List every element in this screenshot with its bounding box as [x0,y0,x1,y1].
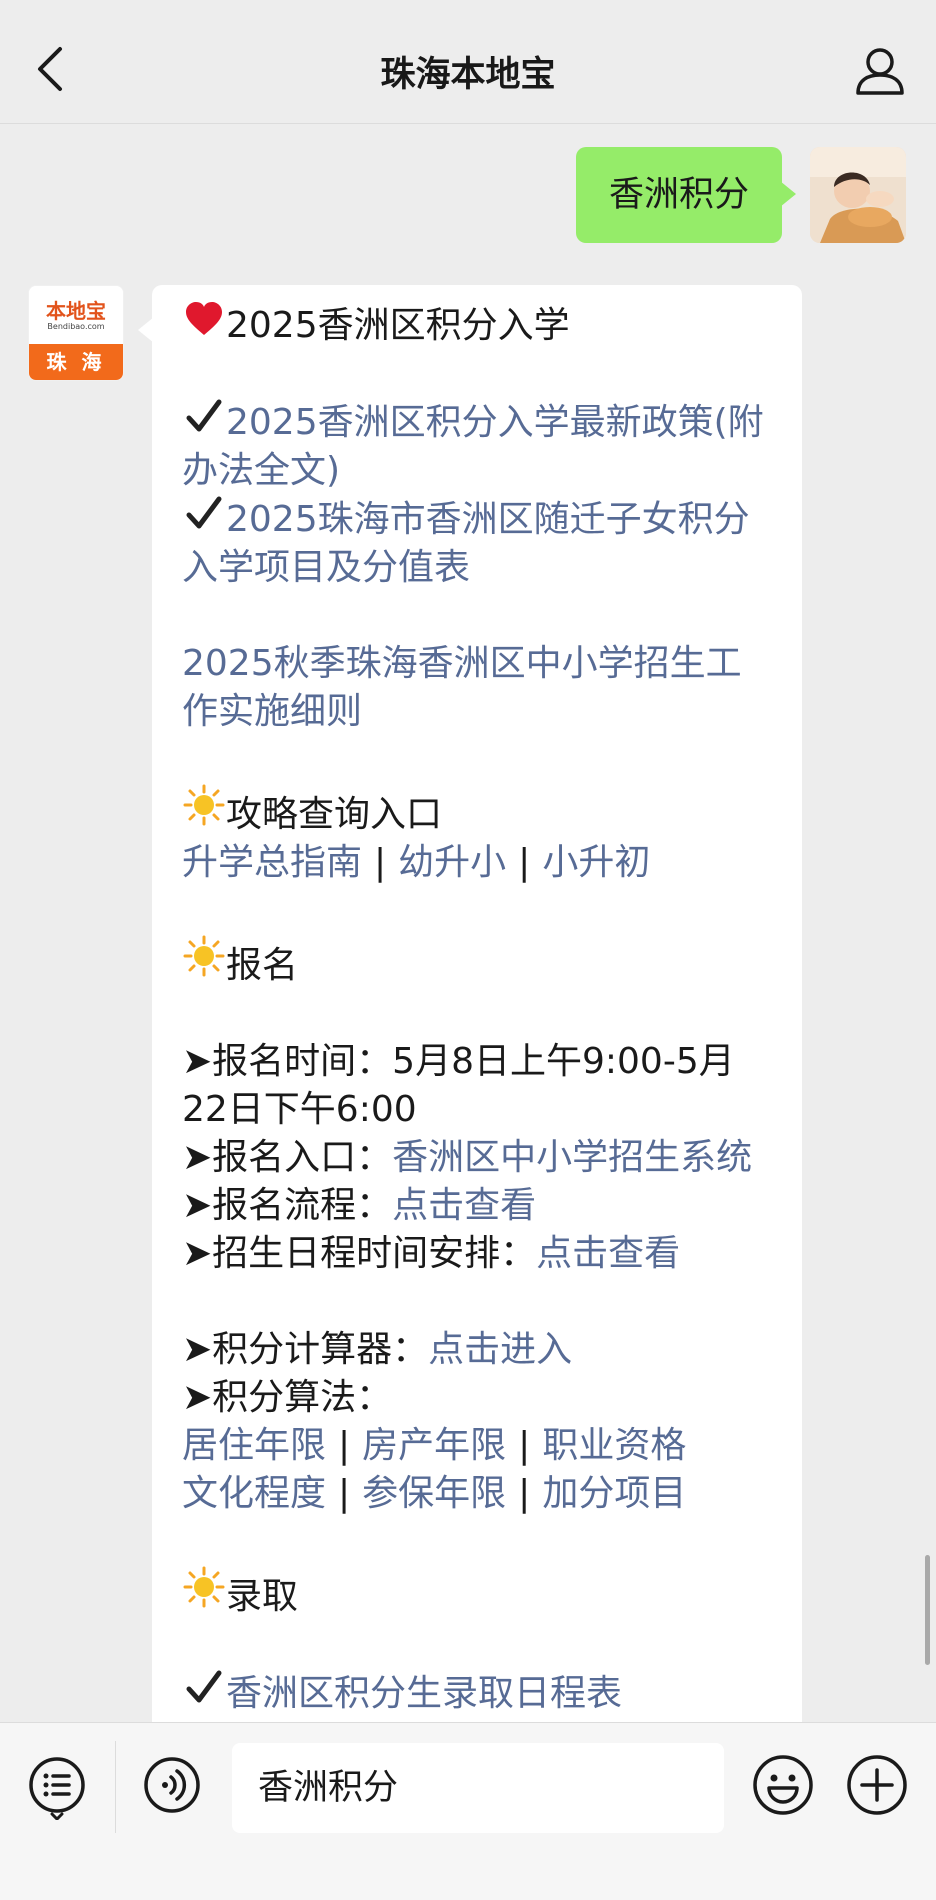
bendibao-logo-text: 本地宝 [46,299,106,323]
algorithm-links-row-2: 文化程度 | 参保年限 | 加分项目 [182,1470,776,1518]
signup-flow-row: ➤报名流程：点击查看 [182,1182,776,1230]
signup-heading: 报名 [226,945,299,986]
sun-icon [182,784,226,839]
scrollbar-thumb[interactable] [925,1555,930,1665]
plus-circle-icon [847,1755,907,1815]
separator: | [338,1473,351,1514]
policy-link-2[interactable]: 2025珠海市香洲区随迁子女积分入学项目及分值表 [182,499,750,588]
guide-heading: 攻略查询入口 [226,794,443,835]
chat-message-list[interactable]: 香洲积分 本地宝 Bendibao.com 珠 海 2025香洲区积分入学 20… [0,125,936,1722]
schedule-row: ➤招生日程时间安排：点击查看 [182,1230,776,1278]
rules-link[interactable]: 2025秋季珠海香洲区中小学招生工作实施细则 [182,643,742,732]
calculator-row: ➤积分计算器：点击进入 [182,1326,776,1374]
policy-link-1[interactable]: 2025香洲区积分入学最新政策(附办法全文) [182,402,764,491]
bendibao-avatar[interactable]: 本地宝 Bendibao.com 珠 海 [28,285,124,381]
outgoing-message: 香洲积分 [575,147,906,243]
algorithm-link-property[interactable]: 房产年限 [362,1425,506,1466]
signup-entry-label: ➤报名入口： [182,1137,393,1178]
admit-heading: 录取 [226,1576,299,1617]
schedule-link[interactable]: 点击查看 [536,1233,680,1274]
algorithm-link-insurance[interactable]: 参保年限 [362,1473,506,1514]
bendibao-logo-subtext: Bendibao.com [47,322,105,331]
admit-link-row: 香洲区积分生录取日程表 [182,1669,776,1718]
message-input-bar: 香洲积分 [0,1722,936,1900]
signup-entry-link[interactable]: 香洲区中小学招生系统 [392,1137,752,1178]
algorithm-link-bonus[interactable]: 加分项目 [542,1473,686,1514]
profile-button[interactable] [854,46,906,96]
incoming-message-bubble: 2025香洲区积分入学 2025香洲区积分入学最新政策(附办法全文) 2025珠… [138,285,802,1722]
signup-flow-label: ➤报名流程： [182,1185,393,1226]
bendibao-logo: 本地宝 Bendibao.com [29,286,123,346]
message-heading: 2025香洲区积分入学 [182,301,776,350]
separator: | [338,1425,351,1466]
separator: | [518,1473,531,1514]
incoming-message: 本地宝 Bendibao.com 珠 海 2025香洲区积分入学 2025香洲区… [28,285,802,1722]
algorithm-link-education[interactable]: 文化程度 [182,1473,326,1514]
signup-flow-link[interactable]: 点击查看 [392,1185,536,1226]
top-navigation-bar: 珠海本地宝 [0,0,936,124]
separator: | [518,1425,531,1466]
admit-schedule-link[interactable]: 香洲区积分生录取日程表 [226,1673,622,1714]
guide-link-kindergarten-to-primary[interactable]: 幼升小 [398,842,506,883]
separator: | [374,842,387,883]
schedule-label: ➤招生日程时间安排： [182,1233,537,1274]
separator: | [518,842,531,883]
algorithm-label: ➤积分算法： [182,1377,393,1418]
algorithm-link-qualification[interactable]: 职业资格 [542,1425,686,1466]
sun-icon [182,1566,226,1621]
signup-time-label: ➤报名时间： [182,1041,393,1082]
outgoing-message-bubble[interactable]: 香洲积分 [575,147,797,243]
chat-title: 珠海本地宝 [380,55,556,95]
calculator-link[interactable]: 点击进入 [428,1329,572,1370]
guide-heading-row: 攻略查询入口 [182,784,776,839]
voice-icon [144,1757,200,1813]
check-mark-icon [182,495,226,544]
policy-link-1-row: 2025香洲区积分入学最新政策(附办法全文) [182,398,776,495]
person-icon [856,48,904,95]
guide-links-row: 升学总指南 | 幼升小 | 小升初 [182,839,776,887]
check-mark-icon [182,398,226,447]
check-mark-icon [182,1669,226,1718]
user-avatar-image [810,147,906,243]
policy-link-2-row: 2025珠海市香洲区随迁子女积分入学项目及分值表 [182,495,776,592]
list-menu-icon [29,1757,85,1821]
guide-link-overall[interactable]: 升学总指南 [182,842,362,883]
emoji-button[interactable] [752,1754,814,1816]
bendibao-city-label: 珠 海 [29,344,123,380]
algorithm-row: ➤积分算法： [182,1374,776,1422]
message-input[interactable]: 香洲积分 [232,1743,724,1833]
signup-heading-row: 报名 [182,935,776,990]
user-avatar[interactable] [810,147,906,243]
sun-icon [182,935,226,990]
heart-icon [182,301,226,350]
smiley-face-icon [753,1755,813,1815]
calculator-label: ➤积分计算器： [182,1329,429,1370]
signup-entry-row: ➤报名入口：香洲区中小学招生系统 [182,1134,776,1182]
more-options-button[interactable] [846,1754,908,1816]
rules-link-row: 2025秋季珠海香洲区中小学招生工作实施细则 [182,640,776,736]
guide-link-primary-to-junior[interactable]: 小升初 [542,842,650,883]
admit-heading-row: 录取 [182,1566,776,1621]
input-bar-divider [115,1741,116,1833]
menu-button[interactable] [28,1756,86,1821]
algorithm-link-residence[interactable]: 居住年限 [182,1425,326,1466]
signup-time-row: ➤报名时间：5月8日上午9:00-5月22日下午6:00 [182,1038,776,1134]
algorithm-links-row-1: 居住年限 | 房产年限 | 职业资格 [182,1422,776,1470]
voice-input-button[interactable] [143,1756,201,1814]
heading-text: 2025香洲区积分入学 [226,305,570,346]
